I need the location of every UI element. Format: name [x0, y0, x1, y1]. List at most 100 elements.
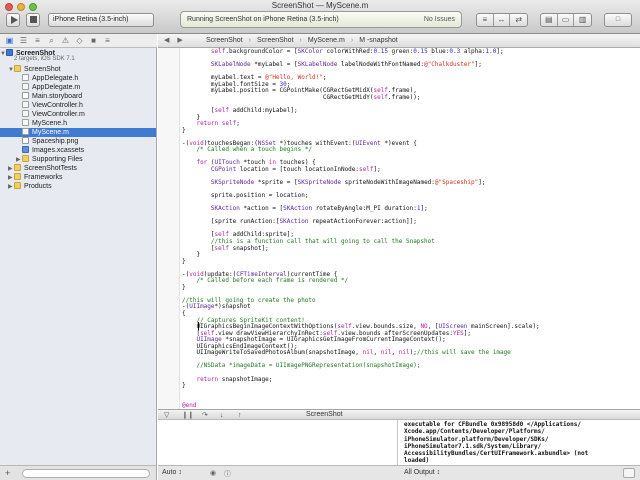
- header-file-icon: [22, 119, 29, 126]
- navigator-item[interactable]: Images.xcassets: [0, 146, 156, 155]
- navigator-item[interactable]: ▶ Products: [0, 182, 156, 191]
- activity-status-text: Running ScreenShot on iPhone Retina (3.5…: [187, 16, 339, 23]
- jump-bar: ◀ ▶ ScreenShot › ScreenShot › MyScene.m › M -s…: [158, 34, 640, 48]
- breadcrumb-project[interactable]: ScreenShot: [206, 37, 243, 44]
- standard-editor-icon[interactable]: ≡: [477, 14, 494, 26]
- code-line: self.backgroundColor = [SKColor colorWit…: [210, 48, 504, 55]
- eye-icon[interactable]: ◉: [210, 469, 216, 477]
- breadcrumb-group[interactable]: ScreenShot: [257, 37, 294, 44]
- folder-icon: [14, 65, 21, 72]
- navigator-item-label: ScreenShot: [24, 66, 61, 73]
- view-toggle-segmented-control[interactable]: ▤ ▭ ▥: [540, 13, 592, 27]
- toolbar: ScreenShot — MyScene.m iPhone Retina (3.…: [0, 0, 640, 34]
- folder-icon: [22, 155, 29, 162]
- filter-input[interactable]: [22, 469, 150, 478]
- project-navigator-icon[interactable]: ▣: [4, 36, 15, 45]
- source-file-icon: [22, 83, 29, 90]
- breakpoint-icon[interactable]: ■: [88, 36, 99, 45]
- clear-console-button[interactable]: [623, 468, 635, 478]
- add-icon[interactable]: +: [5, 468, 10, 478]
- code-line: /* Called before each frame is rendered …: [182, 277, 349, 285]
- navigator-item-label: MyScene.m: [32, 129, 69, 136]
- code-line: CGRectGetMidY(self.frame));: [182, 93, 421, 101]
- navigator-item[interactable]: ViewController.h: [0, 101, 156, 110]
- code-line: return self;: [196, 120, 240, 128]
- file-icon: [22, 137, 29, 144]
- header-file-icon: [22, 101, 29, 108]
- navigator-item-label: AppDelegate.h: [32, 75, 79, 82]
- navigator-item[interactable]: AppDelegate.m: [0, 83, 156, 92]
- navigator-filter-bar: +: [0, 465, 157, 480]
- project-navigator: ▼ ScreenShot 2 targets, iOS SDK 7.1 ▼ Scre…: [0, 48, 157, 480]
- source-file-icon: [22, 128, 29, 135]
- organizer-button[interactable]: □: [604, 13, 632, 27]
- code-line: UIImageWriteToSavedPhotosAlbum(snapshotI…: [182, 349, 511, 357]
- test-navigator-icon[interactable]: ◇: [74, 36, 85, 45]
- breadcrumb: ScreenShot › ScreenShot › MyScene.m › M -snaps…: [206, 37, 398, 44]
- debug-target-label[interactable]: ScreenShot: [306, 410, 343, 420]
- version-editor-icon[interactable]: ⇄: [510, 14, 527, 26]
- stop-button[interactable]: [26, 13, 40, 27]
- navigator-item[interactable]: Spaceship.png: [0, 137, 156, 146]
- variables-view[interactable]: [158, 420, 398, 465]
- utilities-toggle-icon[interactable]: ▥: [574, 14, 591, 26]
- asset-catalog-icon: [22, 146, 29, 153]
- search-icon[interactable]: ⌕: [46, 36, 57, 45]
- scheme-selector[interactable]: iPhone Retina (3.5-inch): [48, 13, 154, 27]
- debug-area-toggle-icon[interactable]: ▭: [558, 14, 575, 26]
- navigator-item[interactable]: ▶ ScreenShotTests: [0, 164, 156, 173]
- navigator-item-label: ViewController.h: [32, 102, 83, 109]
- navigator-item-label: Products: [24, 183, 52, 190]
- navigator-item[interactable]: MyScene.h: [0, 119, 156, 128]
- navigator-item[interactable]: ViewController.m: [0, 110, 156, 119]
- navigator-item-label: MyScene.h: [32, 120, 68, 127]
- code-line: }: [182, 283, 186, 291]
- find-navigator-icon[interactable]: ≡: [32, 36, 43, 45]
- navigator-item-label: ScreenShotTests: [24, 165, 77, 172]
- navigator-item[interactable]: ▶ Frameworks: [0, 173, 156, 182]
- console-output-popup[interactable]: All Output ↕: [404, 468, 440, 478]
- info-icon[interactable]: ⓘ: [224, 469, 231, 479]
- code-line: SKAction *action = [SKAction rotateByAng…: [210, 205, 428, 213]
- code-line: }: [182, 257, 186, 265]
- code-line: //NSData *imageData = UIImagePNGRepresen…: [196, 362, 421, 370]
- warning-icon[interactable]: ⚠: [60, 36, 71, 45]
- code-line: SKLabelNode *myLabel = [SKLabelNode labe…: [210, 61, 482, 69]
- navigator-selector-bar: ▣ ☰ ≡ ⌕ ⚠ ◇ ■ ≡: [0, 34, 157, 48]
- folder-icon: [14, 164, 21, 171]
- navigator-item[interactable]: ▶ Supporting Files: [0, 155, 156, 164]
- navigator-item-label: Frameworks: [24, 174, 63, 181]
- editor-mode-segmented-control[interactable]: ≡ ↔ ⇄: [476, 13, 528, 27]
- console-output: executable for CFBundle 0x98958d0 </Appl…: [404, 421, 589, 465]
- assistant-editor-icon[interactable]: ↔: [494, 14, 511, 26]
- run-button[interactable]: [6, 13, 20, 27]
- code-line: }: [182, 126, 186, 134]
- window-title: ScreenShot — MyScene.m: [271, 1, 369, 10]
- navigator-toggle-icon[interactable]: ▤: [541, 14, 558, 26]
- console-view[interactable]: executable for CFBundle 0x98958d0 </Appl…: [398, 420, 640, 465]
- project-subtitle: 2 targets, iOS SDK 7.1: [14, 56, 75, 62]
- code-line: SKSpriteNode *sprite = [SKSpriteNode spr…: [210, 179, 486, 186]
- code-line: [sprite runAction:[SKAction repeatAction…: [182, 218, 417, 226]
- issues-indicator[interactable]: No Issues: [424, 12, 455, 27]
- variables-scope-popup[interactable]: Auto ↕: [162, 468, 182, 478]
- breadcrumb-file[interactable]: MyScene.m: [308, 37, 345, 44]
- debug-bottom-bar: Auto ↕ ◉ ⓘ All Output ↕: [158, 465, 640, 480]
- navigator-item[interactable]: MyScene.m: [0, 128, 156, 137]
- navigator-item[interactable]: AppDelegate.h: [0, 74, 156, 83]
- code-line: }: [182, 382, 186, 390]
- line-number-gutter[interactable]: [158, 48, 180, 409]
- navigator-item-label: Images.xcassets: [32, 147, 85, 154]
- navigator-item-label: Supporting Files: [32, 156, 83, 163]
- navigator-item[interactable]: ▼ ScreenShot: [0, 65, 156, 74]
- source-editor[interactable]: self.backgroundColor = [SKColor colorWit…: [158, 48, 640, 409]
- log-navigator-icon[interactable]: ≡: [102, 36, 113, 45]
- navigator-item[interactable]: Main.storyboard: [0, 92, 156, 101]
- history-arrows-icon[interactable]: ◀ ▶: [164, 34, 186, 47]
- project-icon: [6, 49, 13, 56]
- navigator-item-label: Main.storyboard: [32, 93, 83, 100]
- source-file-icon: [22, 110, 29, 117]
- file-icon: [22, 92, 29, 99]
- breadcrumb-method[interactable]: M -snapshot: [359, 37, 398, 44]
- symbol-navigator-icon[interactable]: ☰: [18, 36, 29, 45]
